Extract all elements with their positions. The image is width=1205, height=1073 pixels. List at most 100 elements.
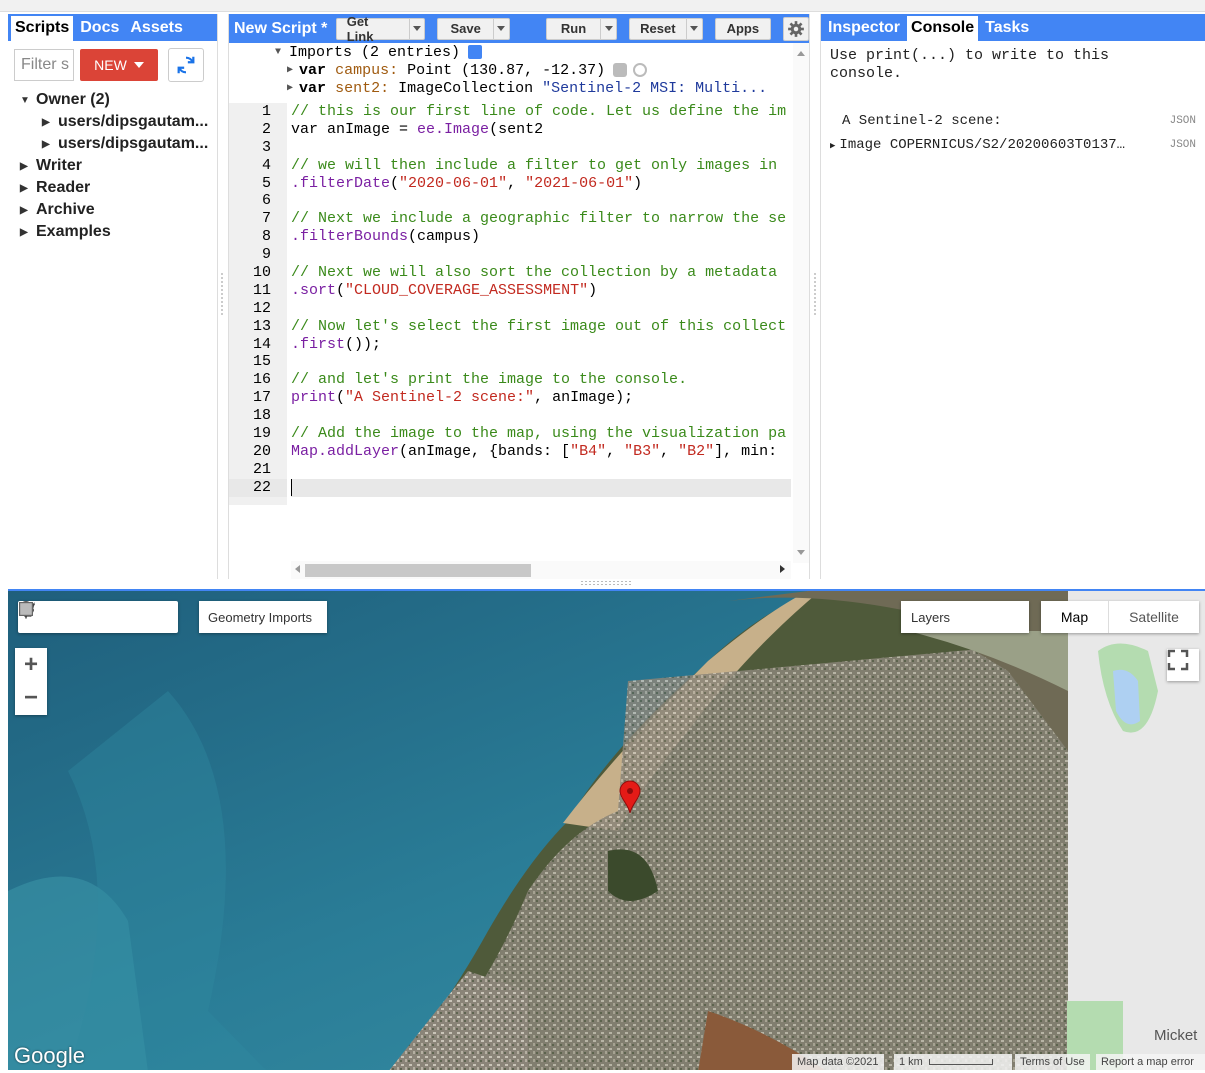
geometry-imports-button[interactable]: Geometry Imports	[199, 601, 327, 633]
zoom-in-button[interactable]: +	[15, 648, 47, 681]
tree-owner[interactable]: ▼ Owner (2)	[20, 89, 217, 111]
get-link-label: Get Link	[346, 13, 374, 44]
drawing-tools	[18, 601, 178, 633]
code-line: .first());	[291, 336, 791, 354]
map-view[interactable]: Geometry Imports + − Layers Map Satellit…	[8, 589, 1205, 1070]
reset-dropdown[interactable]	[685, 18, 702, 39]
run-dropdown[interactable]	[600, 18, 616, 39]
map-type-satellite[interactable]: Satellite	[1109, 601, 1199, 633]
polyline-icon[interactable]	[18, 601, 114, 633]
map-type-map[interactable]: Map	[1041, 601, 1109, 633]
code-token: print	[291, 389, 337, 407]
target-icon[interactable]	[633, 63, 648, 77]
caret-down-icon	[497, 26, 506, 31]
new-button[interactable]: NEW	[80, 49, 158, 81]
expanded-arrow-icon: ▼	[275, 46, 282, 58]
get-link-button[interactable]: Get Link	[335, 14, 426, 44]
import-campus[interactable]: ▶ var campus: Point (130.87, -12.37)	[287, 61, 797, 79]
tree-examples[interactable]: ▶ Examples	[20, 221, 217, 243]
line-number: 10	[252, 264, 271, 282]
gear-icon[interactable]	[613, 63, 628, 77]
horizontal-scroll-thumb[interactable]	[305, 564, 531, 577]
code-editor[interactable]: ▼ Imports (2 entries) ▶ var campus: Poin…	[229, 43, 809, 579]
report-map-error-link[interactable]: Report a map error	[1096, 1054, 1205, 1070]
json-toggle[interactable]: JSON	[1170, 115, 1196, 127]
polygon-icon[interactable]	[18, 601, 146, 633]
run-label: Run	[560, 21, 587, 36]
tab-tasks[interactable]: Tasks	[981, 16, 1033, 41]
save-dropdown[interactable]	[492, 18, 509, 39]
tab-assets[interactable]: Assets	[126, 16, 186, 41]
scroll-right-icon[interactable]	[780, 565, 785, 573]
code-lines[interactable]: // this is our first line of code. Let u…	[291, 103, 791, 507]
code-token: ee.Image	[417, 120, 490, 138]
left-resize-handle[interactable]	[220, 272, 224, 316]
line-number: 13	[252, 317, 271, 335]
refresh-button[interactable]	[168, 48, 204, 82]
zoom-out-button[interactable]: −	[15, 681, 47, 714]
tree-archive[interactable]: ▶ Archive	[20, 199, 217, 221]
tab-console[interactable]: Console	[907, 16, 979, 41]
code-line: .filterBounds(campus)	[291, 228, 791, 246]
layers-button[interactable]: Layers	[901, 601, 1029, 633]
tab-docs[interactable]: Docs	[76, 16, 123, 41]
imports-code-icon[interactable]	[468, 45, 483, 59]
scroll-up-icon[interactable]	[797, 51, 805, 56]
line-number: 11	[252, 281, 271, 299]
scale-label: 1 km	[899, 1056, 923, 1068]
import-sent2[interactable]: ▶ var sent2: ImageCollection "Sentinel-2…	[287, 79, 797, 97]
collapsed-arrow-icon: ▶	[830, 141, 836, 151]
reset-button[interactable]: Reset	[629, 17, 703, 40]
settings-button[interactable]	[783, 16, 809, 41]
save-label: Save	[450, 21, 481, 36]
editor-horizontal-scrollbar[interactable]	[291, 561, 791, 579]
code-token: (sent2	[489, 120, 544, 138]
imports-header[interactable]: ▼ Imports (2 entries)	[275, 43, 797, 61]
line-number: 22	[229, 478, 287, 497]
code-token: var	[291, 120, 319, 138]
code-token: "CLOUD_COVERAGE_ASSESSMENT"	[345, 281, 589, 299]
tree-repo-item[interactable]: ▶ users/dipsgautam...	[20, 111, 217, 133]
get-link-dropdown[interactable]	[408, 18, 425, 39]
map-resize-handle[interactable]	[580, 580, 632, 586]
code-token: Map.addLayer	[291, 442, 400, 460]
script-title[interactable]: New Script *	[234, 20, 336, 38]
caret-down-icon	[413, 26, 422, 31]
code-line: // Now let's select the first image out …	[291, 317, 787, 335]
code-token: (campus)	[408, 228, 481, 246]
collapsed-arrow-icon: ▶	[287, 83, 294, 94]
scroll-down-icon[interactable]	[797, 550, 805, 555]
tab-inspector[interactable]: Inspector	[824, 16, 904, 41]
filter-scripts-input[interactable]: Filter s	[14, 49, 74, 81]
tree-repo-item[interactable]: ▶ users/dipsgautam...	[20, 133, 217, 155]
console-entry: A Sentinel-2 scene: JSON	[830, 109, 1196, 133]
save-button[interactable]: Save	[437, 17, 510, 40]
code-token: "2021-06-01"	[525, 174, 634, 192]
scale-bar: 1 km	[894, 1054, 1012, 1070]
editor-vertical-scrollbar[interactable]	[793, 43, 809, 563]
scroll-left-icon[interactable]	[295, 565, 300, 573]
top-strip	[0, 0, 1205, 12]
apps-label: Apps	[726, 21, 760, 36]
tree-reader[interactable]: ▶ Reader	[20, 177, 217, 199]
satellite-imagery	[8, 591, 1205, 1070]
new-button-label: NEW	[94, 57, 127, 73]
json-toggle[interactable]: JSON	[1170, 139, 1196, 151]
map-data-attribution[interactable]: Map data ©2021	[792, 1054, 884, 1070]
terms-link[interactable]: Terms of Use	[1015, 1054, 1090, 1070]
gear-icon	[788, 20, 804, 37]
tab-scripts[interactable]: Scripts	[11, 16, 74, 41]
right-resize-handle[interactable]	[813, 272, 817, 316]
code-token: anImage =	[318, 120, 418, 138]
console-hint: Use print(...) to write to this	[830, 47, 1110, 64]
rectangle-icon[interactable]	[19, 601, 178, 633]
point-marker-icon[interactable]	[20, 601, 82, 633]
fullscreen-button[interactable]	[1167, 649, 1199, 681]
apps-button[interactable]: Apps	[714, 17, 772, 40]
import-campus-name: campus:	[335, 61, 399, 79]
console-entry[interactable]: ▶ Image COPERNICUS/S2/20200603T0137… JSON	[830, 133, 1196, 157]
line-number: 3	[261, 138, 271, 156]
run-button[interactable]: Run	[545, 17, 618, 40]
map-marker-icon[interactable]	[619, 780, 641, 814]
tree-writer[interactable]: ▶ Writer	[20, 155, 217, 177]
